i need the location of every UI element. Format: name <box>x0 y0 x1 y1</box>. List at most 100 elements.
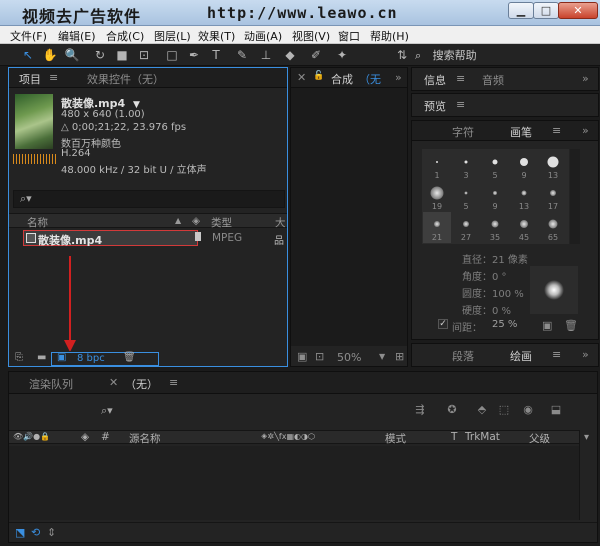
tab-audio[interactable]: 音频 <box>482 72 504 88</box>
brush-preset[interactable]: 1 <box>423 150 451 181</box>
comp-mini-flowchart-icon[interactable]: ⇶ <box>413 403 427 417</box>
tab-brushes[interactable]: 画笔 <box>510 124 532 140</box>
brush-preset[interactable]: 5 <box>452 181 480 212</box>
workspace-icon[interactable]: ⇅ <box>394 47 410 63</box>
more-panels-icon[interactable]: » <box>582 72 589 85</box>
tab-composition[interactable]: 合成 <box>331 71 353 87</box>
spacing-value[interactable]: 25 % <box>492 319 517 330</box>
tab-paint[interactable]: 绘画 <box>510 348 532 364</box>
close-button[interactable]: ✕ <box>558 2 598 19</box>
column-mode[interactable]: 模式 <box>385 431 406 446</box>
brush-preset[interactable]: 13 <box>539 150 567 181</box>
bit-depth-button[interactable]: 8 bpc <box>77 353 105 364</box>
brush-preset[interactable]: 35 <box>481 212 509 243</box>
menu-window[interactable]: 窗口 <box>338 28 360 44</box>
camera-tool-icon[interactable]: ■ <box>114 47 130 63</box>
menu-view[interactable]: 视图(V) <box>292 28 330 44</box>
panel-menu-icon[interactable]: ≡ <box>456 72 465 85</box>
flowchart-icon[interactable]: 品 <box>274 232 284 247</box>
more-panels-icon[interactable]: » <box>582 348 589 361</box>
panel-menu-icon[interactable]: ≡ <box>169 376 178 389</box>
lock-icon[interactable]: 🔓 <box>313 71 324 81</box>
help-search[interactable]: ⌕ 搜索帮助 <box>415 47 600 63</box>
menu-effect[interactable]: 效果(T) <box>198 28 235 44</box>
tab-preview[interactable]: 预览 <box>424 98 446 114</box>
zoom-dropdown-icon[interactable]: ▼ <box>379 352 385 361</box>
brush-preset[interactable]: 17 <box>539 181 567 212</box>
rotate-tool-icon[interactable]: ↻ <box>92 47 108 63</box>
menu-help[interactable]: 帮助(H) <box>370 28 409 44</box>
brush-roundness[interactable]: 圆度：100 % <box>462 285 524 300</box>
pen-tool-icon[interactable]: ✒ <box>186 47 202 63</box>
column-source-name[interactable]: 源名称 <box>129 431 161 446</box>
zoom-tool-icon[interactable]: 🔍 <box>64 47 80 63</box>
brush-preset[interactable]: 3 <box>452 150 480 181</box>
column-type[interactable]: 类型 <box>211 215 232 230</box>
tab-paragraph[interactable]: 段落 <box>452 348 474 364</box>
brush-preset[interactable]: 13 <box>510 181 538 212</box>
brush-preset[interactable]: 19 <box>423 181 451 212</box>
brush-diameter[interactable]: 直径：21 像素 <box>462 251 528 266</box>
label-column-icon[interactable]: ◈ <box>192 215 200 227</box>
zoom-level[interactable]: 50% <box>337 351 361 364</box>
brush-preset[interactable]: 27 <box>452 212 480 243</box>
sort-icon[interactable]: ▲ <box>175 216 181 225</box>
timeline-layers-area[interactable] <box>9 446 579 520</box>
tab-info[interactable]: 信息 <box>424 72 446 88</box>
timeline-scrollbar[interactable]: ▾ <box>579 430 597 520</box>
panel-menu-icon[interactable]: ≡ <box>552 124 561 137</box>
clone-stamp-icon[interactable]: ⊥ <box>258 47 274 63</box>
safe-margins-icon[interactable]: ⊡ <box>315 350 324 363</box>
brush-tool-icon[interactable]: ✎ <box>234 47 250 63</box>
column-name[interactable]: 名称 <box>27 215 48 230</box>
frame-blending-icon[interactable]: ⬚ <box>497 403 511 417</box>
tab-project[interactable]: 项目 <box>19 71 41 87</box>
rectangle-tool-icon[interactable]: □ <box>164 47 180 63</box>
new-folder-icon[interactable]: ▬ <box>37 353 48 363</box>
grid-icon[interactable]: ⊞ <box>395 350 404 363</box>
close-icon[interactable]: ✕ <box>109 376 118 389</box>
menu-file[interactable]: 文件(F) <box>10 28 47 44</box>
motion-blur-icon[interactable]: ◉ <box>521 403 535 417</box>
new-brush-icon[interactable]: ▣ <box>542 319 552 332</box>
layer-switches-icons[interactable]: 🞛✲╲fx▦◐◑⬡ <box>261 432 315 442</box>
layer-switches-toggle-icon[interactable]: ⬔ <box>15 526 25 539</box>
panel-menu-icon[interactable]: ≡ <box>456 98 465 111</box>
maximize-button[interactable]: □ <box>533 2 559 19</box>
minimize-button[interactable]: ▁ <box>508 2 534 19</box>
menu-animation[interactable]: 动画(A) <box>244 28 282 44</box>
transfer-controls-icon[interactable]: ⟲ <box>31 526 40 539</box>
graph-editor-icon[interactable]: ⬓ <box>549 403 563 417</box>
column-parent[interactable]: 父级 <box>529 431 550 446</box>
roto-brush-icon[interactable]: ✐ <box>308 47 324 63</box>
project-search-input[interactable]: ⌕▾ <box>13 190 285 208</box>
tab-character[interactable]: 字符 <box>452 124 474 140</box>
eraser-icon[interactable]: ◆ <box>282 47 298 63</box>
av-switches-icons[interactable]: 👁🔊●🔒 <box>13 432 50 441</box>
type-tool-icon[interactable]: T <box>208 47 224 63</box>
column-trkmat[interactable]: TrkMat <box>465 431 500 443</box>
shy-layers-icon[interactable]: ⬘ <box>475 403 489 417</box>
tab-render-queue[interactable]: 渲染队列 <box>29 376 73 392</box>
pan-behind-icon[interactable]: ⊡ <box>136 47 152 63</box>
brush-preset[interactable]: 9 <box>510 150 538 181</box>
brush-preset[interactable]: 45 <box>510 212 538 243</box>
spacing-checkbox[interactable]: ✓ <box>438 319 448 329</box>
tab-timeline-none[interactable]: （无） <box>125 376 158 392</box>
panel-menu-icon[interactable]: ≡ <box>552 348 561 361</box>
brush-preset[interactable]: 5 <box>481 150 509 181</box>
brush-angle[interactable]: 角度：0 ° <box>462 268 507 283</box>
brush-preset[interactable]: 9 <box>481 181 509 212</box>
interpret-footage-icon[interactable]: ⎘ <box>15 353 26 363</box>
timeline-search-input[interactable]: ⌕▾ <box>101 404 396 420</box>
draft-3d-icon[interactable]: ✪ <box>445 403 459 417</box>
label-column-icon[interactable]: ◈ <box>81 431 89 443</box>
panel-menu-icon[interactable]: ≡ <box>49 71 58 84</box>
table-row[interactable]: 散装像.mp4 <box>23 230 198 247</box>
menu-composition[interactable]: 合成(C) <box>106 28 144 44</box>
tab-effect-controls[interactable]: 效果控件（无） <box>87 71 164 87</box>
brush-preset[interactable]: 65 <box>539 212 567 243</box>
new-composition-icon[interactable]: ▣ <box>57 353 68 363</box>
close-icon[interactable]: ✕ <box>297 71 306 84</box>
scroll-down-icon[interactable]: ▾ <box>584 432 589 443</box>
